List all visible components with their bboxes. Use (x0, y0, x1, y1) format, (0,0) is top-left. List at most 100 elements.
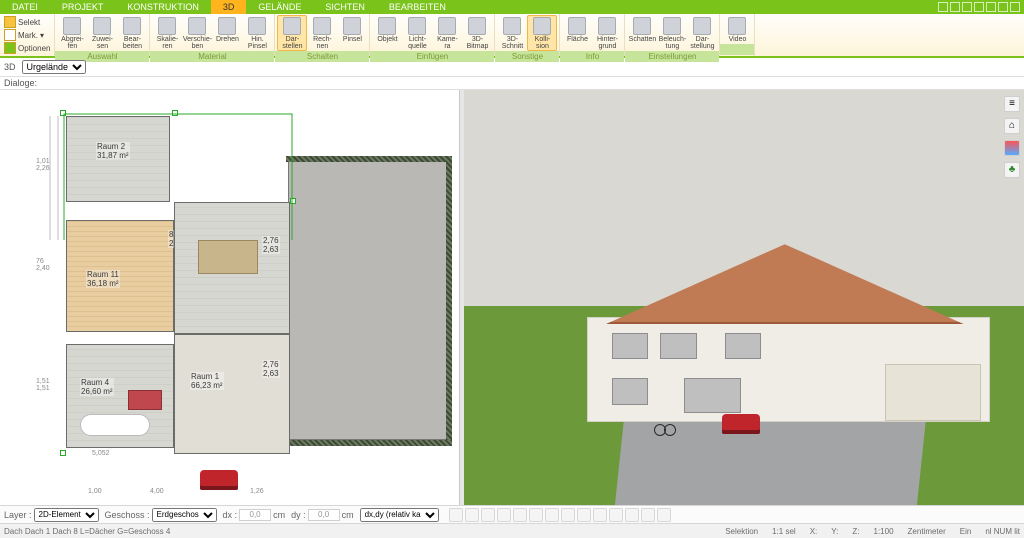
sys-icon[interactable] (962, 2, 972, 12)
menu-tab-datei[interactable]: DATEI (0, 0, 50, 14)
tree-icon[interactable]: ♣ (1004, 162, 1020, 178)
select-label: Selekt (18, 18, 40, 27)
geschoss-select[interactable]: Erdgeschos (152, 508, 217, 522)
ribbon-btn-verschieben[interactable]: Verschie- ben (182, 15, 212, 51)
sys-icon[interactable] (950, 2, 960, 12)
tool-icon[interactable] (545, 508, 559, 522)
room1-label: Raum 1 66,23 m² (190, 372, 224, 390)
ribbon-btn-objekt[interactable]: Objekt (372, 15, 402, 51)
sys-icon[interactable] (1010, 2, 1020, 12)
menu-tab-gelände[interactable]: GELÄNDE (246, 0, 313, 14)
layer-dropdown[interactable]: Urgelände (22, 60, 86, 74)
dy-unit: cm (342, 510, 354, 520)
ribbon-btn-pinsel[interactable]: Pinsel (337, 15, 367, 51)
ribbon-btn-rechnen[interactable]: Rech- nen (307, 15, 337, 51)
tool-icon[interactable] (481, 508, 495, 522)
pane-3d-view[interactable]: ≡ ⌂ ♣ (464, 90, 1024, 505)
zuweisen-icon (93, 17, 111, 35)
3d-bitmap-icon (468, 17, 486, 35)
drehen-icon (218, 17, 236, 35)
ribbon-btn-hintergrund[interactable]: Hinter- grund (592, 15, 622, 51)
view-selector-bar: 3D Urgelände (0, 58, 1024, 77)
ribbon-btn-3d-schnitt[interactable]: 3D- Schnitt (497, 15, 527, 51)
tool-icon[interactable] (609, 508, 623, 522)
dx-input[interactable] (239, 509, 271, 521)
ribbon-btn-label: 3D- Bitmap (467, 36, 489, 50)
layer-select[interactable]: 2D-Element (34, 508, 99, 522)
tool-icon[interactable] (449, 508, 463, 522)
ribbon-btn-3d-bitmap[interactable]: 3D- Bitmap (462, 15, 492, 51)
ribbon-group-auswahl: Abgrei- fenZuwei- senBear- beitenAuswahl (55, 14, 150, 56)
dy-input[interactable] (308, 509, 340, 521)
ribbon-btn-kamera[interactable]: Kame- ra (432, 15, 462, 51)
ribbon-btn-skalieren[interactable]: Skalie- ren (152, 15, 182, 51)
ribbon-group-material: Skalie- renVerschie- benDrehenHin. Pinse… (150, 14, 275, 56)
ribbon-btn-schatten[interactable]: Schatten (627, 15, 657, 51)
tool-icon[interactable] (657, 508, 671, 522)
options-icon (4, 42, 16, 54)
ribbon-btn-drehen[interactable]: Drehen (212, 15, 242, 51)
tool-icon[interactable] (497, 508, 511, 522)
ribbon-btn-hin-pinsel[interactable]: Hin. Pinsel (242, 15, 272, 51)
tool-icon[interactable] (465, 508, 479, 522)
layer-label: Layer : (4, 510, 32, 520)
ribbon-btn-label: Video (729, 36, 747, 43)
material-icon[interactable] (1004, 140, 1020, 156)
sys-icon[interactable] (998, 2, 1008, 12)
kollision-icon (533, 17, 551, 35)
coord-mode-select[interactable]: dx,dy (relativ ka (360, 508, 439, 522)
ribbon-btn-label: Schatten (629, 36, 657, 43)
ribbon-group-einstellungen: SchattenBeleuch- tungDar- stellungEinste… (625, 14, 720, 56)
tool-icon[interactable] (593, 508, 607, 522)
tool-icon[interactable] (577, 508, 591, 522)
status-x: X: (810, 527, 818, 536)
ribbon-btn-zuweisen[interactable]: Zuwei- sen (87, 15, 117, 51)
ribbon-btn-kollision[interactable]: Kolli- sion (527, 15, 557, 51)
menu-tab-bearbeiten[interactable]: BEARBEITEN (377, 0, 458, 14)
ribbon-btn-label: Kolli- sion (535, 36, 551, 50)
home-icon[interactable]: ⌂ (1004, 118, 1020, 134)
select-toggle[interactable]: Selekt (4, 16, 50, 28)
ribbon-btn-beleuchtung[interactable]: Beleuch- tung (657, 15, 687, 51)
pane-2d-plan[interactable]: Raum 2 31,87 m² Raum 11 36,18 m² 88° 2,0… (0, 90, 460, 505)
tool-icon[interactable] (641, 508, 655, 522)
dim-terrace-b: 2,76 2,63 (262, 360, 280, 378)
mark-toggle[interactable]: Mark. ▾ (4, 29, 50, 41)
dim-bottom-a: 5,052 (92, 450, 110, 457)
options-toggle[interactable]: Optionen (4, 42, 50, 54)
ribbon: Selekt Mark. ▾ Optionen Abgrei- fenZuwei… (0, 14, 1024, 58)
ribbon-btn-label: Fläche (567, 36, 588, 43)
tool-icon[interactable] (561, 508, 575, 522)
ribbon-btn-flaeche[interactable]: Fläche (562, 15, 592, 51)
menu-tab-projekt[interactable]: PROJEKT (50, 0, 116, 14)
sys-icon[interactable] (986, 2, 996, 12)
ribbon-group-sonstige: 3D- SchnittKolli- sionSonstige (495, 14, 560, 56)
tool-icon[interactable] (529, 508, 543, 522)
ribbon-btn-video[interactable]: Video (722, 15, 752, 44)
abgreifen-icon (63, 17, 81, 35)
menu-tab-konstruktion[interactable]: KONSTRUKTION (115, 0, 211, 14)
ribbon-btn-label: Kame- ra (437, 36, 458, 50)
menu-tab-3d[interactable]: 3D (211, 0, 247, 14)
ribbon-btn-abgreifen[interactable]: Abgrei- fen (57, 15, 87, 51)
ribbon-btn-label: Licht- quelle (408, 36, 427, 50)
ribbon-btn-lichtquelle[interactable]: Licht- quelle (402, 15, 432, 51)
ribbon-btn-label: Pinsel (343, 36, 362, 43)
ribbon-btn-darstellen[interactable]: Dar- stellen (277, 15, 307, 51)
status-sel: 1:1 sel (772, 527, 796, 536)
ribbon-btn-bearbeiten[interactable]: Bear- beiten (117, 15, 147, 51)
status-ein: Ein (960, 527, 972, 536)
menu-tab-sichten[interactable]: SICHTEN (313, 0, 377, 14)
layers-icon[interactable]: ≡ (1004, 96, 1020, 112)
tool-icon[interactable] (513, 508, 527, 522)
status-bar: Dach Dach 1 Dach 8 L=Dächer G=Geschoss 4… (0, 523, 1024, 538)
kamera-icon (438, 17, 456, 35)
ribbon-btn-darstellung[interactable]: Dar- stellung (687, 15, 717, 51)
status-left: Dach Dach 1 Dach 8 L=Dächer G=Geschoss 4 (4, 527, 170, 536)
sys-icon[interactable] (938, 2, 948, 12)
bottom-icon-row (449, 508, 671, 522)
tool-icon[interactable] (625, 508, 639, 522)
sys-icon[interactable] (974, 2, 984, 12)
dx-unit: cm (273, 510, 285, 520)
geschoss-label: Geschoss : (105, 510, 150, 520)
